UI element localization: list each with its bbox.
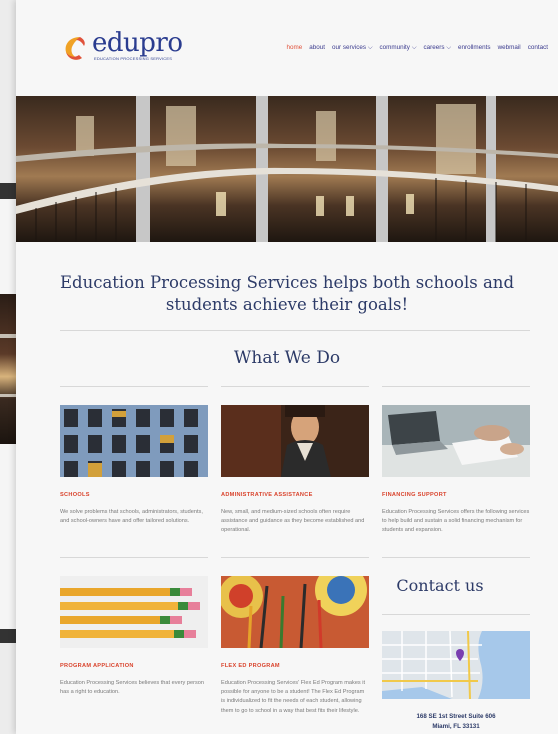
contact-address-line2: Miami, FL 33131 (432, 723, 480, 730)
logo-wordmark: edupro (92, 28, 183, 58)
card-divider (382, 386, 530, 387)
card-text: Education Processing Services offers the… (382, 509, 530, 534)
building-facade-photo (60, 405, 208, 477)
intro-heading: Education Processing Services helps both… (59, 273, 515, 314)
laptop-desk-photo (382, 405, 530, 477)
logo-swirl-icon (65, 37, 85, 60)
card-title[interactable]: ADMINISTRATIVE ASSISTANCE (221, 492, 313, 498)
card-text: We solve problems that schools, administ… (60, 509, 203, 525)
nav-item-community[interactable]: community ⌵ (380, 44, 417, 52)
card-divider (60, 557, 208, 558)
site-header: edupro EDUCATION PROCESSING SERVICES hom… (16, 0, 558, 96)
card-divider (221, 557, 369, 558)
card-title[interactable]: FINANCING SUPPORT (382, 492, 447, 498)
nav-item-careers[interactable]: careers ⌵ (423, 44, 451, 52)
card-title[interactable]: PROGRAM APPLICATION (60, 663, 134, 669)
contact-divider (382, 614, 530, 615)
logo-tagline: EDUCATION PROCESSING SERVICES (94, 56, 173, 61)
intro-divider (60, 330, 530, 331)
main-nav: home about our services ⌵ community ⌵ career… (287, 44, 548, 52)
site-logo[interactable]: edupro EDUCATION PROCESSING SERVICES (62, 28, 183, 66)
contact-top-divider (382, 557, 530, 558)
nav-item-contact[interactable]: contact (528, 44, 548, 52)
nav-item-about[interactable]: about (309, 44, 325, 52)
location-map[interactable] (382, 631, 530, 699)
arrows-target-photo (221, 576, 369, 648)
card-divider (60, 386, 208, 387)
nav-item-enrollments[interactable]: enrollments (458, 44, 491, 52)
card-text: Education Processing Services' Flex Ed P… (221, 680, 366, 714)
nav-item-home[interactable]: home (287, 44, 303, 52)
nav-item-webmail[interactable]: webmail (498, 44, 521, 52)
screenshot-stage: edupro EDUCATION PROCESSING SERVICES hom… (0, 0, 558, 734)
businesswoman-photo (221, 405, 369, 477)
card-text: New, small, and medium-sized schools oft… (221, 509, 365, 534)
atrium-photo-illustration (16, 96, 558, 242)
card-text: Education Processing Services believes t… (60, 680, 204, 696)
contact-address-line1: 168 SE 1st Street Suite 606 (416, 713, 496, 720)
card-divider (221, 386, 369, 387)
card-title[interactable]: FLEX ED PROGRAM (221, 663, 280, 669)
card-title[interactable]: SCHOOLS (60, 492, 90, 498)
what-we-do-title: What We Do (233, 348, 341, 368)
website-page: edupro EDUCATION PROCESSING SERVICES hom… (16, 0, 558, 734)
contact-title: Contact us (396, 576, 484, 595)
hero-banner-photo (16, 96, 558, 242)
nav-item-our-services[interactable]: our services ⌵ (332, 44, 372, 52)
pencils-photo (60, 576, 208, 648)
